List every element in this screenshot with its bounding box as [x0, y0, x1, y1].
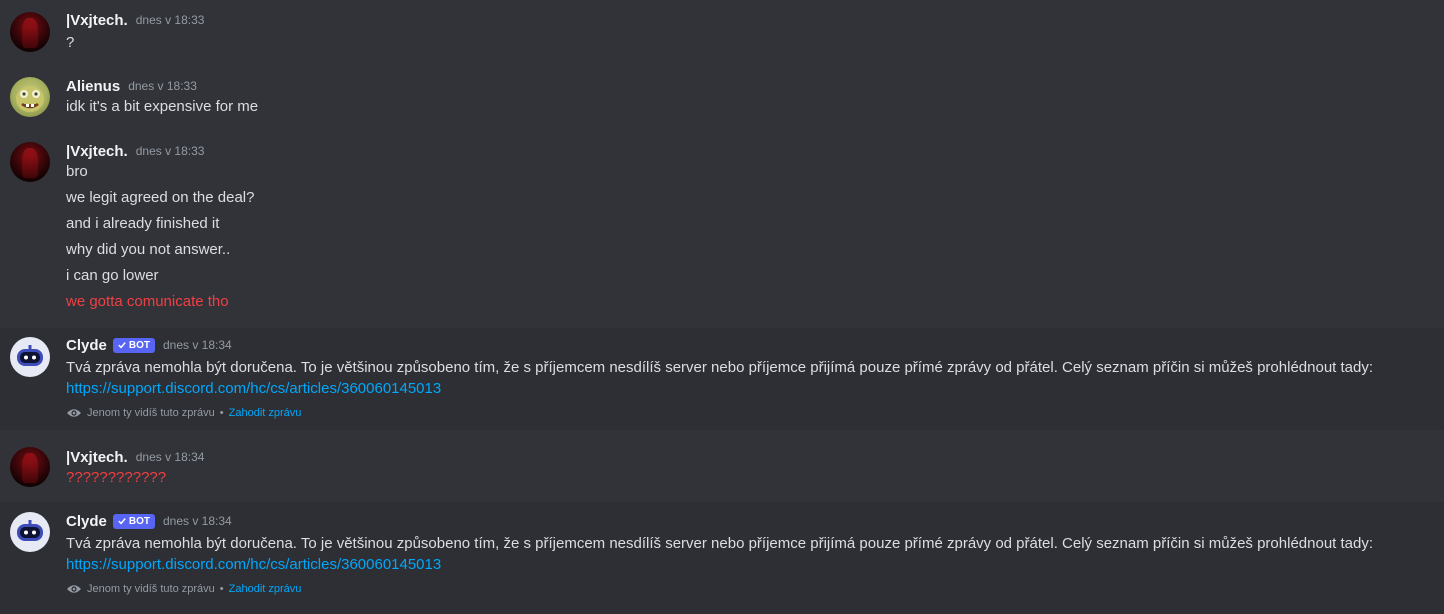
clyde-avatar[interactable]: [10, 337, 50, 377]
message: Alienus dnes v 18:33 idk it's a bit expe…: [0, 66, 1444, 132]
caveman-spongebob-icon: [16, 86, 44, 112]
bot-tag: BOT: [112, 337, 155, 353]
ephemeral-notice: Jenom ty vidíš tuto zprávu • Zahodit zpr…: [66, 407, 301, 419]
username[interactable]: Clyde: [66, 513, 107, 530]
message: |Vxjtech. dnes v 18:33 ?: [0, 0, 1444, 66]
clyde-robot-icon: [17, 345, 43, 366]
message-timestamp: dnes v 18:33: [135, 13, 205, 27]
message: |Vxjtech. dnes v 18:34 ????????????: [0, 430, 1444, 502]
separator: •: [219, 583, 224, 595]
ephemeral-notice: Jenom ty vidíš tuto zprávu • Zahodit zpr…: [66, 583, 301, 595]
user-avatar[interactable]: [10, 12, 50, 52]
eye-icon: [67, 409, 81, 417]
message-text: ?: [66, 34, 75, 51]
message-timestamp: dnes v 18:33: [128, 79, 197, 93]
chat-messages: |Vxjtech. dnes v 18:33 ? Alienus dnes v …: [0, 0, 1444, 614]
message-text: Tvá zpráva nemohla být doručena. To je v…: [66, 359, 1374, 376]
failed-message-text: we gotta comunicate tho: [66, 293, 229, 310]
clyde-avatar[interactable]: [10, 512, 50, 552]
message-timestamp: dnes v 18:34: [135, 450, 205, 464]
message-text: i can go lower: [66, 267, 159, 284]
dismiss-message-link[interactable]: Zahodit zprávu: [229, 407, 302, 419]
bot-tag-label: BOT: [128, 339, 150, 351]
message-text: and i already finished it: [66, 215, 220, 232]
message-timestamp: dnes v 18:34: [162, 338, 232, 352]
support-link[interactable]: https://support.discord.com/hc/cs/articl…: [66, 556, 441, 573]
username[interactable]: |Vxjtech.: [66, 143, 128, 160]
support-link[interactable]: https://support.discord.com/hc/cs/articl…: [66, 380, 441, 397]
eye-icon: [67, 585, 81, 593]
verified-check-icon: [118, 342, 126, 349]
system-message: Clyde BOT dnes v 18:34 Tvá zpráva nemohl…: [0, 328, 1444, 430]
message-timestamp: dnes v 18:34: [162, 514, 232, 528]
username[interactable]: |Vxjtech.: [66, 449, 128, 466]
username[interactable]: Clyde: [66, 337, 107, 354]
verified-check-icon: [118, 518, 126, 525]
username[interactable]: |Vxjtech.: [66, 12, 128, 29]
message-text: bro: [66, 163, 88, 180]
bot-tag: BOT: [112, 513, 155, 529]
message: |Vxjtech. dnes v 18:33 bro we legit agre…: [0, 132, 1444, 328]
ephemeral-note: Jenom ty vidíš tuto zprávu: [87, 407, 215, 419]
message-text: why did you not answer..: [66, 241, 231, 258]
ephemeral-note: Jenom ty vidíš tuto zprávu: [87, 583, 215, 595]
clyde-robot-icon: [17, 520, 43, 541]
message-text: Tvá zpráva nemohla být doručena. To je v…: [66, 535, 1374, 552]
message-link-line: https://support.discord.com/hc/cs/articl…: [66, 555, 441, 575]
separator: •: [219, 407, 224, 419]
username[interactable]: Alienus: [66, 78, 120, 95]
failed-message-text: ????????????: [66, 469, 167, 486]
system-message: Clyde BOT dnes v 18:34 Tvá zpráva nemohl…: [0, 502, 1444, 614]
user-avatar[interactable]: [10, 447, 50, 487]
user-avatar[interactable]: [10, 142, 50, 182]
bot-tag-label: BOT: [128, 515, 150, 527]
message-text: we legit agreed on the deal?: [66, 189, 255, 206]
message-link-line: https://support.discord.com/hc/cs/articl…: [66, 379, 441, 399]
user-avatar[interactable]: [10, 77, 50, 117]
message-timestamp: dnes v 18:33: [135, 144, 205, 158]
message-text: idk it's a bit expensive for me: [66, 98, 259, 115]
dismiss-message-link[interactable]: Zahodit zprávu: [229, 583, 302, 595]
